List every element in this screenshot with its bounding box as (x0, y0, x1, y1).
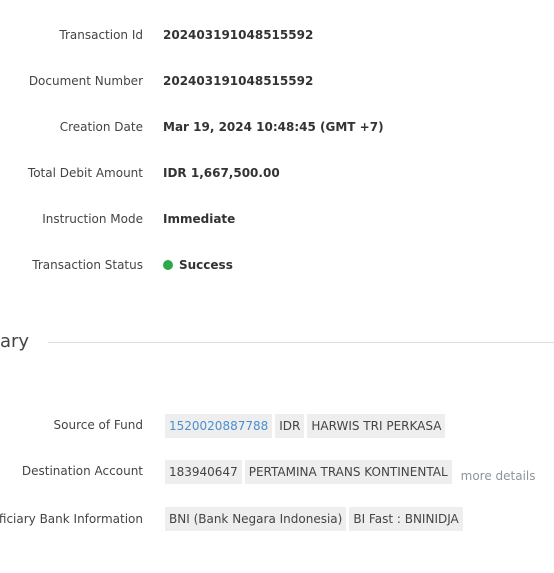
status-text: Success (179, 258, 233, 272)
creation-date-label: Creation Date (59, 120, 143, 134)
document-number-row: Document Number 202403191048515592 (0, 70, 554, 94)
transaction-status-row: Transaction Status Success (0, 254, 554, 278)
transaction-id-row: Transaction Id 202403191048515592 (0, 24, 554, 48)
document-number-value: 202403191048515592 (163, 74, 314, 88)
beneficiary-bank-label: eficiary Bank Information (0, 512, 143, 526)
source-of-fund-chips: 1520020887788 IDR HARWIS TRI PERKASA (165, 414, 448, 438)
bank-name-chip: BNI (Bank Negara Indonesia) (165, 507, 347, 531)
destination-account-chip: 183940647 (165, 460, 242, 484)
source-of-fund-label: Source of Fund (53, 418, 143, 432)
destination-account-row: Destination Account 183940647 PERTAMINA T… (0, 460, 554, 484)
total-debit-row: Total Debit Amount IDR 1,667,500.00 (0, 162, 554, 186)
total-debit-label: Total Debit Amount (27, 166, 143, 180)
instruction-mode-value: Immediate (163, 212, 236, 226)
source-account-link[interactable]: 1520020887788 (165, 414, 273, 438)
more-details-link[interactable]: more details (461, 464, 536, 488)
transaction-detail-page: Transaction Id 202403191048515592 Docume… (0, 0, 554, 573)
instruction-mode-label: Instruction Mode (42, 212, 143, 226)
instruction-mode-row: Instruction Mode Immediate (0, 208, 554, 232)
status-dot-icon (163, 260, 173, 270)
transaction-status-label: Transaction Status (32, 258, 143, 272)
total-debit-value: IDR 1,667,500.00 (163, 166, 280, 180)
source-currency-chip: IDR (275, 414, 305, 438)
destination-account-label: Destination Account (21, 464, 143, 478)
section-divider (48, 342, 554, 343)
status-badge: Success (163, 258, 233, 272)
creation-date-row: Creation Date Mar 19, 2024 10:48:45 (GMT… (0, 116, 554, 140)
document-number-label: Document Number (28, 74, 143, 88)
section-title: ary (0, 331, 30, 352)
destination-name-chip: PERTAMINA TRANS KONTINENTAL (244, 460, 452, 484)
transaction-id-value: 202403191048515592 (163, 28, 314, 42)
beneficiary-bank-chips: BNI (Bank Negara Indonesia) BI Fast : BNI… (165, 507, 466, 531)
beneficiary-bank-row: eficiary Bank Information BNI (Bank Nega… (0, 507, 554, 531)
destination-account-chips: 183940647 PERTAMINA TRANS KONTINENTAL more… (165, 460, 536, 484)
transaction-id-label: Transaction Id (59, 28, 143, 42)
source-of-fund-row: Source of Fund 1520020887788 IDR HARWIS TR… (0, 414, 554, 438)
creation-date-value: Mar 19, 2024 10:48:45 (GMT +7) (163, 120, 384, 134)
bank-code-chip: BI Fast : BNINIDJA (349, 507, 463, 531)
source-name-chip: HARWIS TRI PERKASA (307, 414, 446, 438)
